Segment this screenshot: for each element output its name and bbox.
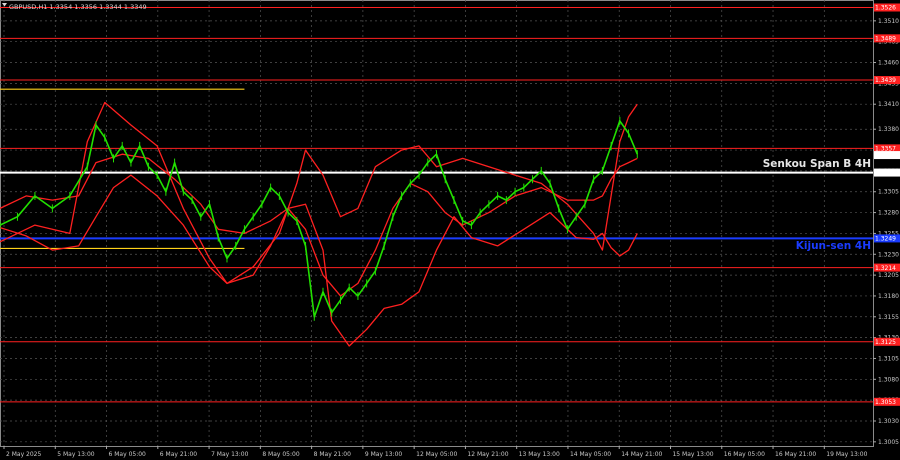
y-tick-label: 1.3460: [878, 60, 899, 67]
price-chart[interactable]: 1.30051.30301.30551.30801.31051.31301.31…: [0, 0, 900, 460]
x-tick-label: 14 May 05:00: [570, 451, 611, 458]
y-tick-label: 1.3280: [878, 210, 899, 217]
level-price-label: 1.3125: [875, 339, 896, 346]
y-tick-label: 1.3080: [878, 376, 899, 383]
level-annotation: Senkou Span B 4H: [763, 158, 871, 170]
y-tick-label: 1.3155: [878, 314, 899, 321]
y-tick-label: 1.3180: [878, 293, 899, 300]
x-tick-label: 5 May 13:00: [57, 451, 95, 458]
y-tick-label: 1.3005: [878, 439, 899, 446]
y-tick-label: 1.3380: [878, 126, 899, 133]
x-tick-label: 9 May 13:00: [365, 451, 403, 458]
x-tick-label: 8 May 05:00: [262, 451, 300, 458]
level-price-label: 1.3328: [875, 170, 896, 177]
symbol-header: GBPUSD,H1 1.3354 1.3356 1.3344 1.3349: [9, 3, 147, 11]
y-tick-label: 1.3205: [878, 272, 899, 279]
y-tick-label: 1.3410: [878, 101, 899, 108]
x-tick-label: 8 May 21:00: [314, 451, 352, 458]
x-tick-label: 12 May 21:00: [467, 451, 508, 458]
x-tick-label: 19 May 13:00: [826, 451, 867, 458]
chart-background: [0, 0, 900, 460]
x-tick-label: 16 May 05:00: [724, 451, 765, 458]
x-tick-label: 15 May 13:00: [672, 451, 713, 458]
x-tick-label: 2 May 2025: [6, 451, 41, 458]
x-tick-label: 14 May 21:00: [621, 451, 662, 458]
level-price-label: 1.3214: [875, 265, 896, 272]
level-price-label: 1.3526: [875, 5, 896, 12]
y-tick-label: 1.3030: [878, 418, 899, 425]
level-price-label: 1.3053: [875, 399, 896, 406]
level-price-label: 1.3249: [875, 236, 896, 243]
y-tick-label: 1.3230: [878, 251, 899, 258]
x-tick-label: 12 May 05:00: [416, 451, 457, 458]
x-tick-label: 7 May 13:00: [211, 451, 249, 458]
y-tick-label: 1.3305: [878, 189, 899, 196]
x-tick-label: 13 May 13:00: [519, 451, 560, 458]
x-tick-label: 6 May 21:00: [160, 451, 198, 458]
level-price-label: 1.3489: [875, 36, 896, 43]
y-tick-label: 1.3105: [878, 355, 899, 362]
x-tick-label: 6 May 05:00: [109, 451, 147, 458]
y-tick-label: 1.3510: [878, 18, 899, 25]
x-tick-label: 16 May 21:00: [775, 451, 816, 458]
level-annotation: Kijun-sen 4H: [796, 240, 871, 252]
level-price-label: 1.3439: [875, 77, 896, 84]
current-price-label: 1.3349: [875, 152, 896, 159]
